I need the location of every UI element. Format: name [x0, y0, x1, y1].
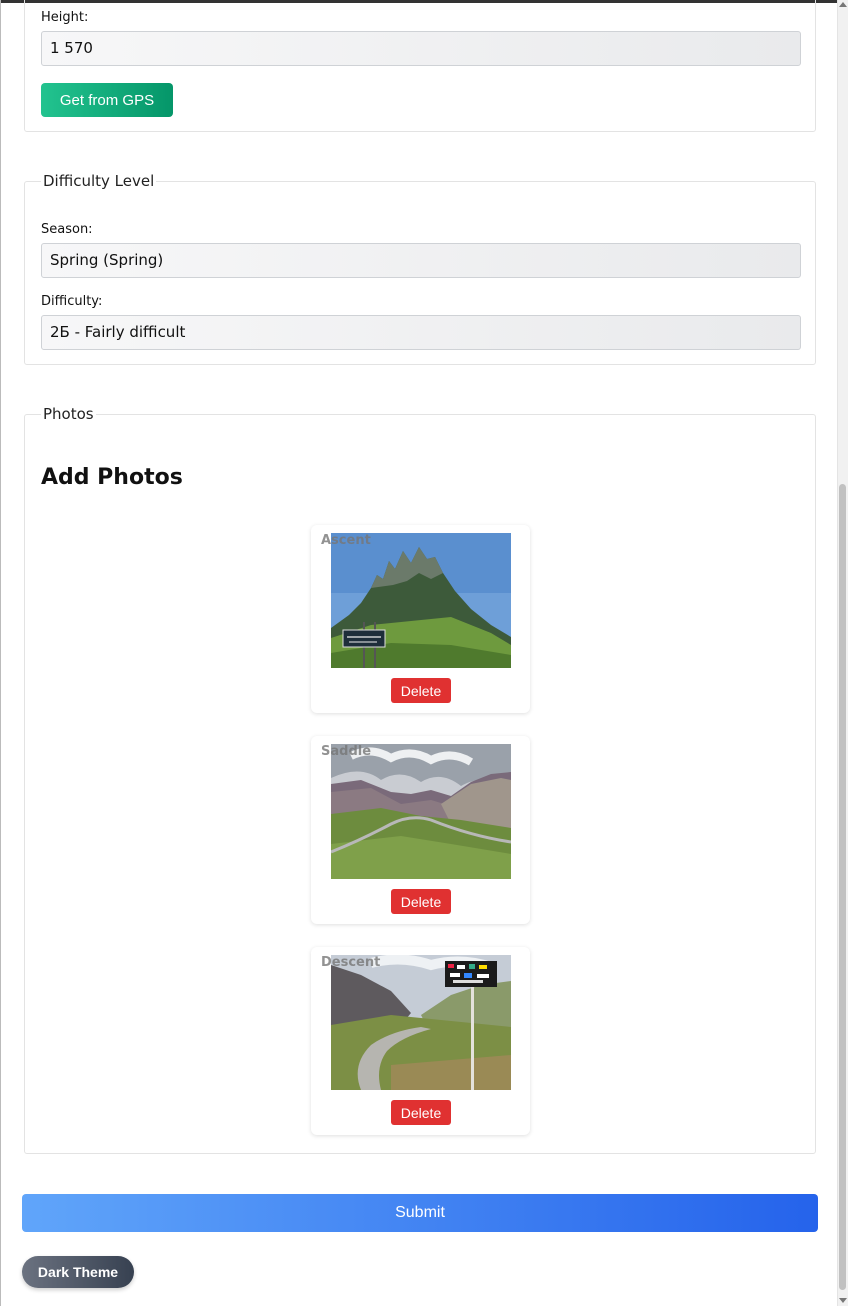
photo-card-descent: Descent Delete: [311, 947, 530, 1135]
location-section: Height: 1 570 Get from GPS: [24, 0, 816, 132]
season-select[interactable]: Spring (Spring): [41, 243, 801, 278]
photo-card-ascent: Ascent Delete: [311, 525, 530, 713]
descent-photo[interactable]: [331, 955, 511, 1090]
photos-legend: Photos: [43, 405, 94, 423]
height-label: Height:: [41, 10, 89, 25]
submit-button[interactable]: Submit: [22, 1194, 818, 1232]
saddle-photo[interactable]: [331, 744, 511, 879]
dark-theme-toggle[interactable]: Dark Theme: [22, 1256, 134, 1288]
ascent-photo[interactable]: [331, 533, 511, 668]
height-input[interactable]: 1 570: [41, 31, 801, 66]
photo-caption-saddle: Saddle: [321, 744, 372, 759]
difficulty-legend: Difficulty Level: [43, 172, 155, 190]
photos-section: Photos Add Photos Ascent Delete Saddle D…: [24, 405, 816, 1154]
scroll-up-arrow-icon[interactable]: [839, 2, 847, 7]
add-photos-heading: Add Photos: [41, 465, 183, 490]
delete-descent-photo-button[interactable]: Delete: [391, 1100, 451, 1125]
delete-ascent-photo-button[interactable]: Delete: [391, 678, 451, 703]
delete-saddle-photo-button[interactable]: Delete: [391, 889, 451, 914]
page-scrollbar[interactable]: [837, 0, 848, 1306]
difficulty-section: Difficulty Level Season: Spring (Spring)…: [24, 172, 816, 365]
difficulty-label: Difficulty:: [41, 294, 103, 309]
season-label: Season:: [41, 222, 93, 237]
photo-card-saddle: Saddle Delete: [311, 736, 530, 924]
scrollbar-thumb[interactable]: [839, 484, 846, 1290]
photo-caption-ascent: Ascent: [321, 533, 371, 548]
window-left-edge: [0, 0, 1, 1306]
scroll-down-arrow-icon[interactable]: [839, 1298, 847, 1303]
photo-caption-descent: Descent: [321, 955, 381, 970]
difficulty-select[interactable]: 2Б - Fairly difficult: [41, 315, 801, 350]
get-from-gps-button[interactable]: Get from GPS: [41, 83, 173, 117]
